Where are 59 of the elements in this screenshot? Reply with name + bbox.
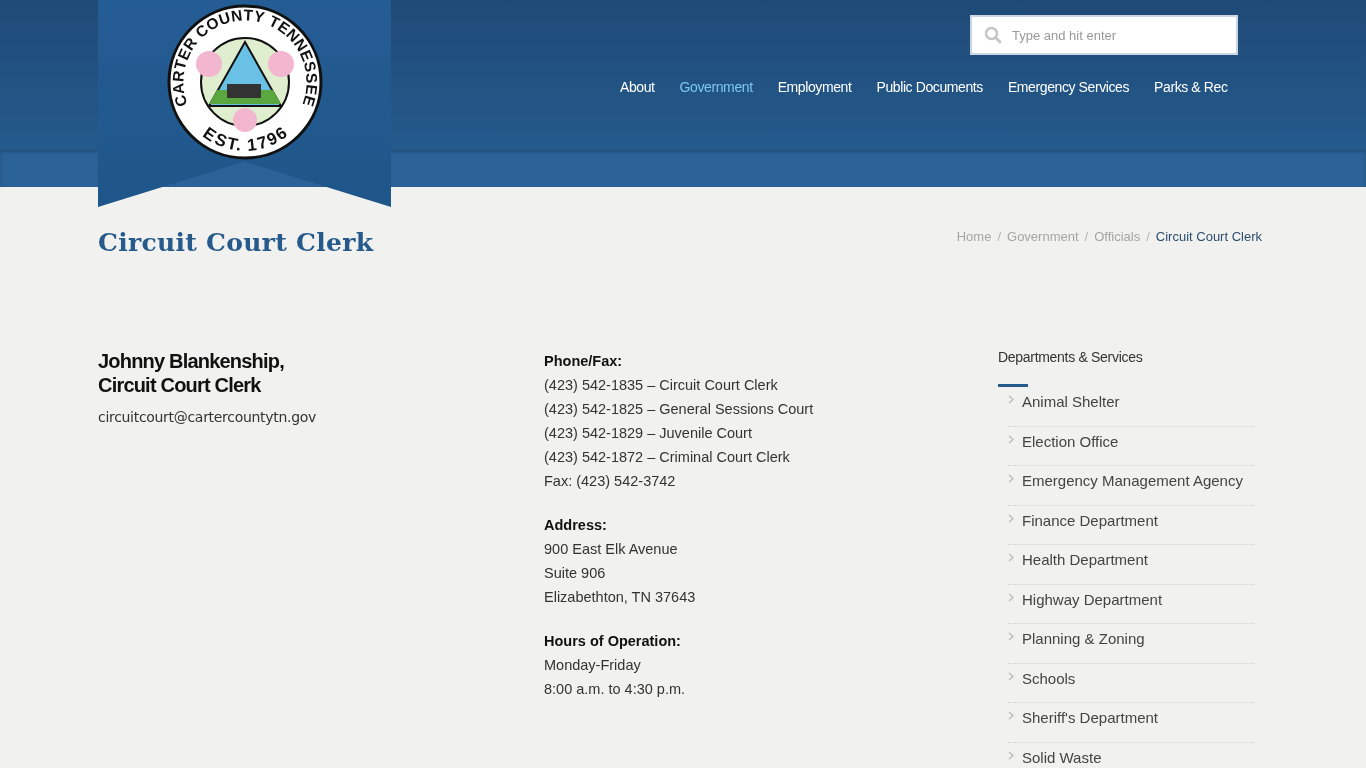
sidebar-link-label: Health Department bbox=[1022, 551, 1148, 568]
chevron-icon bbox=[1008, 632, 1014, 641]
sidebar-link[interactable]: Animal Shelter bbox=[1008, 387, 1254, 427]
contact-line: (423) 542-1872 – Criminal Court Clerk bbox=[544, 448, 791, 467]
breadcrumb-separator: / bbox=[997, 229, 1001, 244]
contact-line: Elizabethton, TN 37643 bbox=[544, 588, 697, 607]
contact-line: (423) 542-1825 – General Sessions Court bbox=[544, 400, 815, 419]
sidebar-link[interactable]: Schools bbox=[1008, 663, 1254, 703]
section-heading: Phone/Fax: bbox=[544, 352, 624, 371]
sidebar-link-label: Animal Shelter bbox=[1022, 393, 1120, 410]
sidebar-link[interactable]: Highway Department bbox=[1008, 584, 1254, 624]
contact-line: Fax: (423) 542-3742 bbox=[544, 472, 677, 491]
sidebar-link-label: Election Office bbox=[1022, 432, 1119, 450]
nav-link[interactable]: Public Documents bbox=[863, 79, 996, 95]
sidebar-link[interactable]: Election Office bbox=[1008, 426, 1254, 466]
chevron-icon bbox=[1008, 553, 1014, 562]
sidebar-link[interactable]: Planning & Zoning bbox=[1008, 624, 1254, 664]
sidebar-link-label: Highway Department bbox=[1022, 590, 1163, 608]
nav-link[interactable]: About bbox=[607, 79, 668, 95]
sidebar-link-label: Schools bbox=[1022, 669, 1076, 687]
section-heading: Address: bbox=[544, 516, 608, 535]
sidebar-title: Departments & Services bbox=[998, 349, 1144, 365]
chevron-icon bbox=[1008, 395, 1014, 404]
sidebar-link[interactable]: Health Department bbox=[1008, 545, 1254, 585]
page-title: Circuit Court Clerk bbox=[98, 228, 374, 257]
sidebar-link-label: Finance Department bbox=[1022, 511, 1158, 529]
nav-link[interactable]: Parks & Rec bbox=[1141, 79, 1240, 95]
sidebar-link[interactable]: Emergency Management Agency bbox=[1008, 466, 1254, 506]
chevron-icon bbox=[1008, 474, 1014, 483]
contact-line: 900 East Elk Avenue bbox=[544, 540, 679, 559]
search-icon bbox=[984, 26, 1002, 44]
chevron-icon bbox=[1008, 434, 1014, 444]
chevron-icon bbox=[1008, 592, 1014, 602]
breadcrumb-separator: / bbox=[1146, 229, 1150, 244]
contact-line: 8:00 a.m. to 4:30 p.m. bbox=[544, 680, 687, 699]
nav-link[interactable]: Emergency Services bbox=[995, 79, 1142, 95]
chevron-icon bbox=[1008, 671, 1014, 681]
nav-link[interactable]: Government bbox=[667, 79, 766, 95]
official-name: Johnny Blankenship, Circuit Court Clerk bbox=[98, 349, 285, 397]
chevron-icon bbox=[1008, 513, 1014, 523]
sidebar-link-label: Emergency Management Agency bbox=[1022, 472, 1243, 489]
breadcrumb-separator: / bbox=[1084, 229, 1089, 244]
nav-link[interactable]: Employment bbox=[765, 79, 864, 95]
sidebar-link[interactable]: Finance Department bbox=[1008, 505, 1254, 545]
search-field[interactable]: Type and hit enter bbox=[970, 15, 1238, 55]
section-heading: Hours of Operation: bbox=[544, 632, 682, 651]
chevron-icon bbox=[1008, 711, 1014, 720]
sidebar-link-label: Sheriff's Department bbox=[1022, 709, 1158, 726]
sidebar-link-label: Solid Waste bbox=[1022, 748, 1102, 766]
sidebar-link-label: Planning & Zoning bbox=[1022, 630, 1145, 647]
email-link[interactable]: circuitcourt@cartercountytn.gov bbox=[98, 409, 316, 425]
sidebar-link[interactable]: Sheriff's Department bbox=[1008, 703, 1254, 743]
contact-line: (423) 542-1829 – Juvenile Court bbox=[544, 424, 753, 443]
contact-line: Monday-Friday bbox=[544, 656, 642, 675]
chevron-icon bbox=[1008, 750, 1014, 760]
breadcrumb-link[interactable]: Circuit Court Clerk bbox=[1155, 229, 1262, 244]
contact-line: Suite 906 bbox=[544, 564, 607, 583]
contact-line: (423) 542-1835 – Circuit Court Clerk bbox=[544, 376, 779, 395]
sidebar-link[interactable]: Solid Waste bbox=[1008, 742, 1254, 768]
